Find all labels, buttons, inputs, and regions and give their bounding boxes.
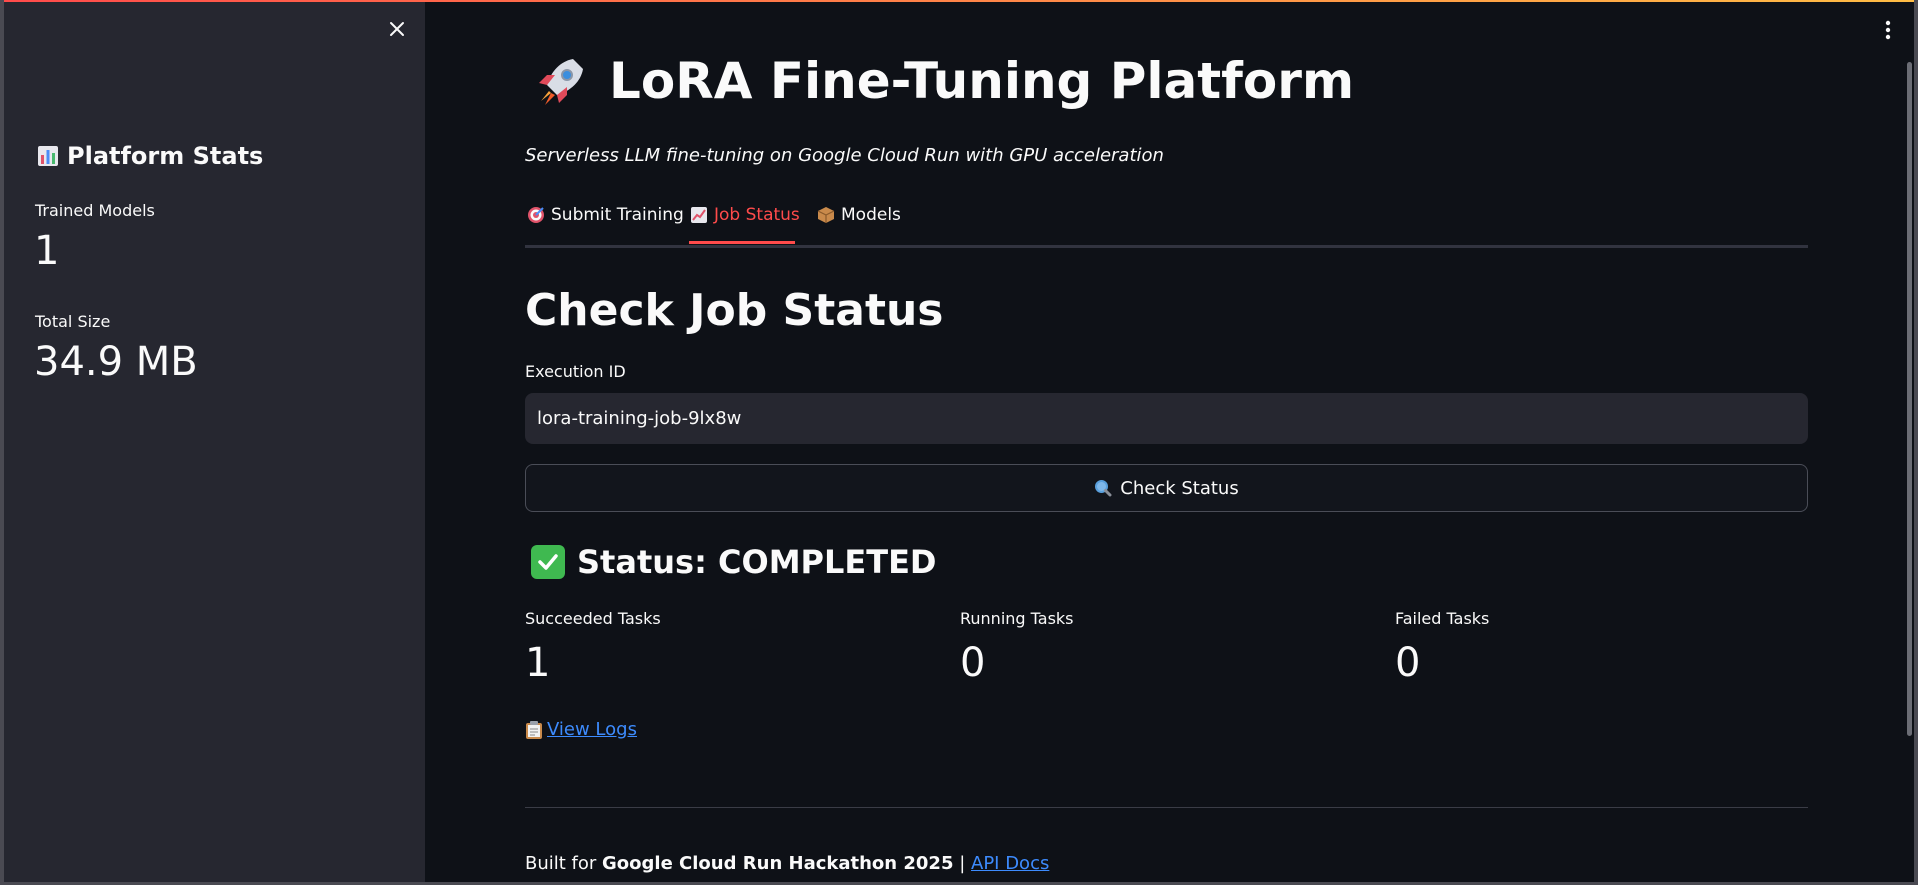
package-icon bbox=[817, 207, 835, 223]
api-docs-link[interactable]: API Docs bbox=[971, 853, 1049, 874]
total-size-value: 34.9 MB bbox=[34, 339, 198, 385]
tab-bar: Submit Training Job Status Models bbox=[525, 202, 1808, 248]
view-logs-label: View Logs bbox=[547, 719, 637, 740]
chart-up-icon bbox=[691, 207, 707, 223]
total-size-label: Total Size bbox=[35, 312, 111, 331]
window-border-right bbox=[1914, 0, 1918, 885]
sidebar: Platform Stats Trained Models 1 Total Si… bbox=[4, 2, 425, 882]
tab-models-label: Models bbox=[841, 205, 901, 225]
trained-models-value: 1 bbox=[34, 228, 60, 274]
footer-hackathon: Google Cloud Run Hackathon 2025 bbox=[602, 853, 954, 874]
magnifier-icon bbox=[1095, 480, 1112, 497]
page-subtitle: Serverless LLM fine-tuning on Google Clo… bbox=[525, 145, 1164, 166]
active-tab-indicator bbox=[689, 241, 795, 244]
footer: Built for Google Cloud Run Hackathon 202… bbox=[525, 853, 1049, 874]
main-menu-button[interactable] bbox=[1876, 18, 1900, 42]
tab-job-status-label: Job Status bbox=[714, 205, 800, 225]
bar-chart-icon bbox=[38, 146, 58, 166]
running-tasks-label: Running Tasks bbox=[960, 609, 1074, 628]
tab-models[interactable]: Models bbox=[817, 205, 901, 225]
succeeded-tasks-label: Succeeded Tasks bbox=[525, 609, 661, 628]
close-sidebar-button[interactable] bbox=[384, 16, 410, 42]
failed-tasks-label: Failed Tasks bbox=[1395, 609, 1490, 628]
page-title: LoRA Fine-Tuning Platform bbox=[533, 52, 1354, 110]
tab-submit-training-label: Submit Training bbox=[551, 205, 684, 225]
execution-id-input[interactable] bbox=[525, 393, 1808, 444]
section-title: Check Job Status bbox=[525, 285, 944, 336]
window-border-left bbox=[0, 0, 4, 885]
footer-prefix: Built for bbox=[525, 853, 603, 874]
rocket-icon bbox=[539, 59, 583, 105]
vertical-scrollbar[interactable] bbox=[1907, 62, 1912, 736]
tab-submit-training[interactable]: Submit Training bbox=[527, 205, 684, 225]
page-title-text: LoRA Fine-Tuning Platform bbox=[609, 52, 1355, 110]
clipboard-icon bbox=[526, 720, 542, 739]
divider bbox=[525, 807, 1808, 808]
succeeded-tasks-value: 1 bbox=[525, 640, 551, 686]
view-logs-link[interactable]: View Logs bbox=[525, 719, 637, 740]
failed-tasks-value: 0 bbox=[1395, 640, 1421, 686]
sidebar-header: Platform Stats bbox=[37, 142, 263, 170]
check-mark-icon bbox=[531, 545, 565, 579]
footer-separator: | bbox=[953, 853, 971, 874]
execution-id-label: Execution ID bbox=[525, 362, 626, 381]
close-icon bbox=[390, 22, 404, 36]
running-tasks-value: 0 bbox=[960, 640, 986, 686]
check-status-label: Check Status bbox=[1120, 477, 1239, 499]
sidebar-header-text: Platform Stats bbox=[67, 142, 264, 170]
target-icon bbox=[528, 207, 544, 223]
check-status-button[interactable]: Check Status bbox=[525, 464, 1808, 512]
tab-job-status[interactable]: Job Status bbox=[690, 205, 800, 225]
trained-models-label: Trained Models bbox=[35, 201, 155, 220]
status-heading: Status: COMPLETED bbox=[531, 543, 936, 581]
kebab-menu-icon bbox=[1885, 20, 1891, 40]
status-text: Status: COMPLETED bbox=[577, 543, 937, 581]
